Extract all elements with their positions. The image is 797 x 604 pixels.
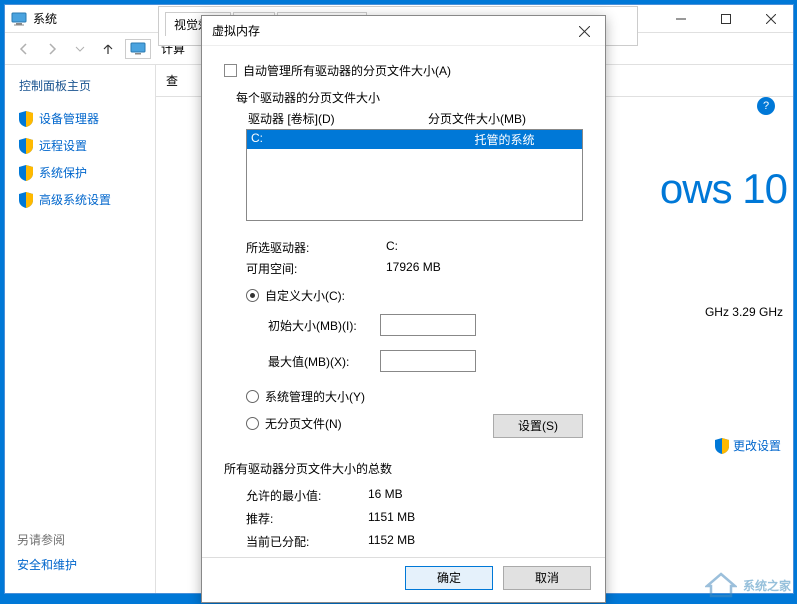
col-size: 分页文件大小(MB) <box>428 110 526 127</box>
sidebar-item-advanced[interactable]: 高级系统设置 <box>13 187 147 212</box>
house-icon <box>705 572 737 598</box>
drive-row[interactable]: C: 托管的系统 <box>247 130 582 149</box>
initial-size-label: 初始大小(MB)(I): <box>268 317 380 334</box>
no-paging-label: 无分页文件(N) <box>265 415 342 432</box>
watermark-text: 系统之家 <box>743 577 791 594</box>
recommended-value: 1151 MB <box>368 510 415 527</box>
selected-drive-label: 所选驱动器: <box>246 239 386 256</box>
close-button[interactable] <box>748 5 793 33</box>
recommended-row: 推荐: 1151 MB <box>246 510 583 527</box>
system-managed-radio[interactable] <box>246 390 259 403</box>
shield-icon <box>715 438 729 454</box>
selected-drive-row: 所选驱动器: C: <box>246 239 583 256</box>
minimize-button[interactable] <box>658 5 703 33</box>
help-icon[interactable]: ? <box>757 97 775 115</box>
min-allowed-label: 允许的最小值: <box>246 487 368 504</box>
max-size-input[interactable] <box>380 350 476 372</box>
security-link[interactable]: 安全和维护 <box>17 556 77 573</box>
no-paging-radio[interactable] <box>246 417 259 430</box>
window-controls <box>658 5 793 33</box>
initial-size-input[interactable] <box>380 314 476 336</box>
auto-manage-label: 自动管理所有驱动器的分页文件大小(A) <box>243 62 451 79</box>
ok-button[interactable]: 确定 <box>405 566 493 590</box>
sidebar-item-device-manager[interactable]: 设备管理器 <box>13 106 147 131</box>
drive-status: 托管的系统 <box>431 131 578 148</box>
totals-heading: 所有驱动器分页文件大小的总数 <box>224 460 583 477</box>
maximize-button[interactable] <box>703 5 748 33</box>
close-button[interactable] <box>563 16 605 46</box>
windows10-logo-text: ows 10 <box>660 165 787 213</box>
cpu-speed: GHz 3.29 GHz <box>705 305 783 319</box>
vm-titlebar: 虚拟内存 <box>202 16 605 46</box>
main-bar-char: 查 <box>166 72 178 89</box>
min-allowed-row: 允许的最小值: 16 MB <box>246 487 583 504</box>
back-button[interactable] <box>13 38 35 60</box>
drive-letter: C: <box>251 131 431 148</box>
custom-size-row: 自定义大小(C): <box>246 287 583 304</box>
drive-listbox[interactable]: C: 托管的系统 <box>246 129 583 221</box>
monitor-icon <box>11 11 27 27</box>
shield-icon <box>19 111 33 127</box>
initial-size-row: 初始大小(MB)(I): <box>268 314 583 336</box>
cancel-button[interactable]: 取消 <box>503 566 591 590</box>
see-also-heading: 另请参阅 <box>17 531 77 548</box>
virtual-memory-dialog: 虚拟内存 自动管理所有驱动器的分页文件大小(A) 每个驱动器的分页文件大小 驱动… <box>201 15 606 603</box>
set-button[interactable]: 设置(S) <box>493 414 583 438</box>
custom-size-label: 自定义大小(C): <box>265 287 345 304</box>
shield-icon <box>19 138 33 154</box>
vm-body: 自动管理所有驱动器的分页文件大小(A) 每个驱动器的分页文件大小 驱动器 [卷标… <box>202 46 605 566</box>
vm-title: 虚拟内存 <box>212 22 260 39</box>
forward-button[interactable] <box>41 38 63 60</box>
per-drive-heading: 每个驱动器的分页文件大小 <box>236 89 583 106</box>
max-size-label: 最大值(MB)(X): <box>268 353 380 370</box>
sidebar-item-label: 系统保护 <box>39 164 87 181</box>
min-allowed-value: 16 MB <box>368 487 403 504</box>
selected-drive-value: C: <box>386 239 398 256</box>
free-space-value: 17926 MB <box>386 260 441 277</box>
custom-size-radio[interactable] <box>246 289 259 302</box>
sidebar-item-protection[interactable]: 系统保护 <box>13 160 147 185</box>
drive-section: 驱动器 [卷标](D) 分页文件大小(MB) C: 托管的系统 所选驱动器: C… <box>246 110 583 438</box>
dialog-buttons: 确定 取消 <box>202 557 605 598</box>
sidebar-item-label: 高级系统设置 <box>39 191 111 208</box>
allocated-row: 当前已分配: 1152 MB <box>246 533 583 550</box>
sidebar-item-label: 设备管理器 <box>39 110 99 127</box>
totals-section: 所有驱动器分页文件大小的总数 允许的最小值: 16 MB 推荐: 1151 MB… <box>224 460 583 550</box>
system-managed-row: 系统管理的大小(Y) <box>246 388 583 405</box>
sidebar-item-label: 远程设置 <box>39 137 87 154</box>
sidebar-footer: 另请参阅 安全和维护 <box>17 531 77 573</box>
sidebar: 控制面板主页 设备管理器 远程设置 系统保护 高级系统设置 另请参阅 安全和维护 <box>5 65 155 593</box>
free-space-label: 可用空间: <box>246 260 386 277</box>
monitor-icon <box>130 42 146 56</box>
recent-dropdown[interactable] <box>69 38 91 60</box>
watermark: 系统之家 <box>705 572 791 598</box>
col-drive: 驱动器 [卷标](D) <box>248 110 428 127</box>
shield-icon <box>19 192 33 208</box>
shield-icon <box>19 165 33 181</box>
sidebar-item-remote[interactable]: 远程设置 <box>13 133 147 158</box>
max-size-row: 最大值(MB)(X): <box>268 350 583 372</box>
sidebar-heading[interactable]: 控制面板主页 <box>13 77 147 94</box>
auto-manage-row: 自动管理所有驱动器的分页文件大小(A) <box>224 62 583 79</box>
system-title: 系统 <box>33 10 57 27</box>
system-managed-label: 系统管理的大小(Y) <box>265 388 365 405</box>
auto-manage-checkbox[interactable] <box>224 64 237 77</box>
drive-list-header: 驱动器 [卷标](D) 分页文件大小(MB) <box>246 110 583 127</box>
free-space-row: 可用空间: 17926 MB <box>246 260 583 277</box>
address-bar[interactable] <box>125 39 151 59</box>
change-settings-label: 更改设置 <box>733 437 781 454</box>
allocated-value: 1152 MB <box>368 533 415 550</box>
up-button[interactable] <box>97 38 119 60</box>
recommended-label: 推荐: <box>246 510 368 527</box>
change-settings-link[interactable]: 更改设置 <box>715 437 781 454</box>
allocated-label: 当前已分配: <box>246 533 368 550</box>
